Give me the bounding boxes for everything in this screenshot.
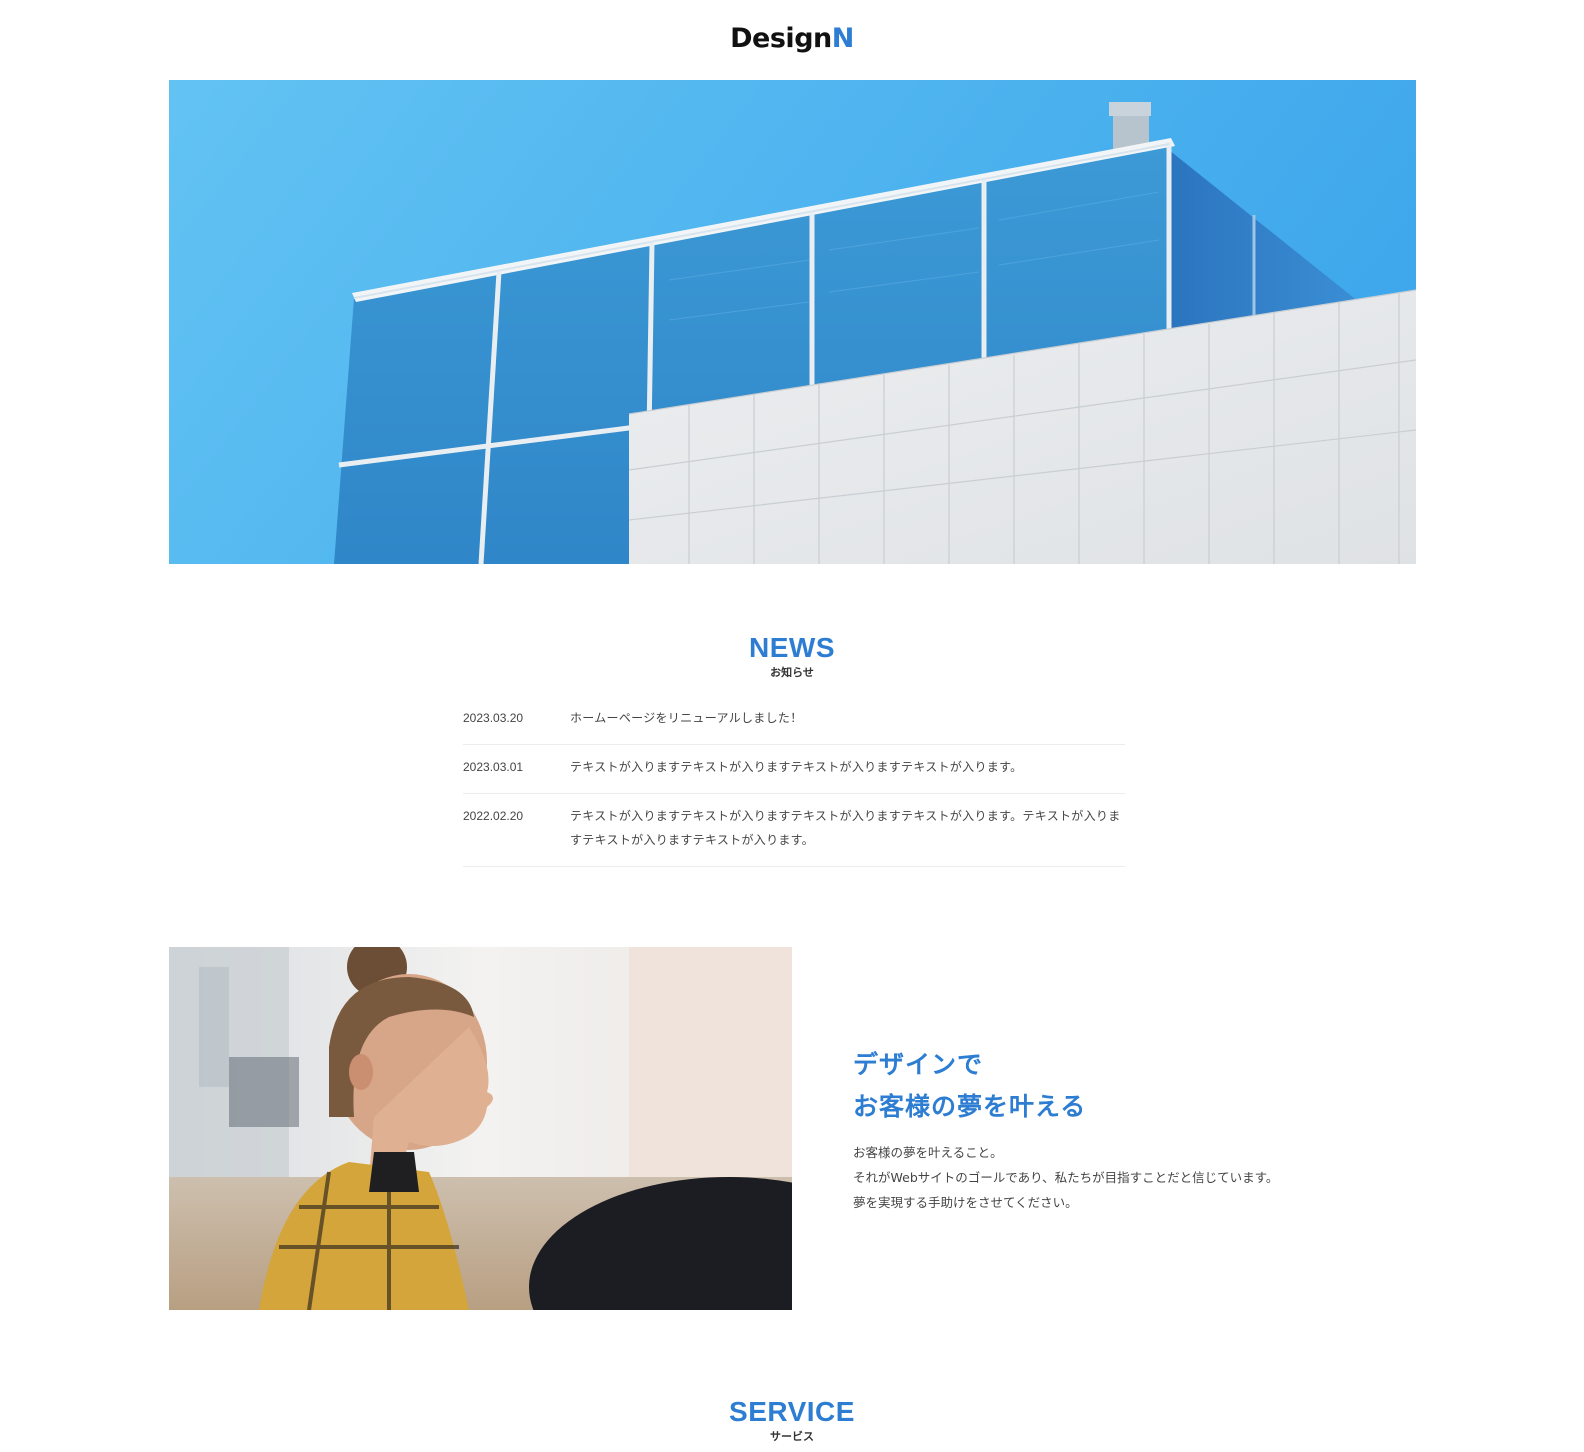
woman-photo-illustration [169, 947, 792, 1310]
about-title: デザインで お客様の夢を叶える [853, 1044, 1413, 1128]
about-photo [169, 947, 792, 1310]
service-title: SERVICE [729, 1396, 855, 1427]
logo-text-main: Design [730, 23, 832, 54]
about-title-line1: デザインで [853, 1050, 984, 1079]
service-heading: SERVICE サービス [0, 1396, 1584, 1444]
news-date: 2023.03.01 [463, 760, 524, 774]
about-text-line: 夢を実現する手助けをさせてください。 [853, 1195, 1078, 1210]
news-text: テキストが入りますテキストが入りますテキストが入りますテキストが入ります。テキス… [570, 809, 1121, 847]
about-title-line2: お客様の夢を叶える [853, 1092, 1087, 1121]
site-logo[interactable]: DesignN [0, 22, 1584, 56]
news-heading: NEWS お知らせ [0, 632, 1584, 680]
news-list: 2023.03.20 ホームーページをリニューアルしました！ 2023.03.0… [463, 696, 1125, 867]
news-text: テキストが入りますテキストが入りますテキストが入りますテキストが入ります。 [570, 760, 1023, 774]
news-title: NEWS [749, 632, 835, 663]
about-text-line: お客様の夢を叶えること。 [853, 1145, 1003, 1160]
news-subtitle: お知らせ [770, 666, 814, 679]
hero-building-illustration [169, 80, 1416, 564]
news-item[interactable]: 2023.03.01 テキストが入りますテキストが入りますテキストが入りますテキ… [463, 745, 1125, 794]
news-text: ホームーページをリニューアルしました！ [570, 711, 803, 725]
page: DesignN NEWS お知らせ 2023.03.20 ホームーページをリニュ… [0, 0, 1584, 1452]
news-item[interactable]: 2023.03.20 ホームーページをリニューアルしました！ [463, 696, 1125, 745]
news-item[interactable]: 2022.02.20 テキストが入りますテキストが入りますテキストが入りますテキ… [463, 794, 1125, 867]
news-date: 2022.02.20 [463, 809, 524, 823]
service-subtitle: サービス [770, 1430, 814, 1443]
about-text: お客様の夢を叶えること。 それがWebサイトのゴールであり、私たちが目指すことだ… [853, 1140, 1413, 1215]
logo-text-accent: N [831, 23, 855, 54]
news-date: 2023.03.20 [463, 711, 524, 725]
hero-image [169, 80, 1416, 564]
about-text-line: それがWebサイトのゴールであり、私たちが目指すことだと信じています。 [853, 1170, 1279, 1185]
